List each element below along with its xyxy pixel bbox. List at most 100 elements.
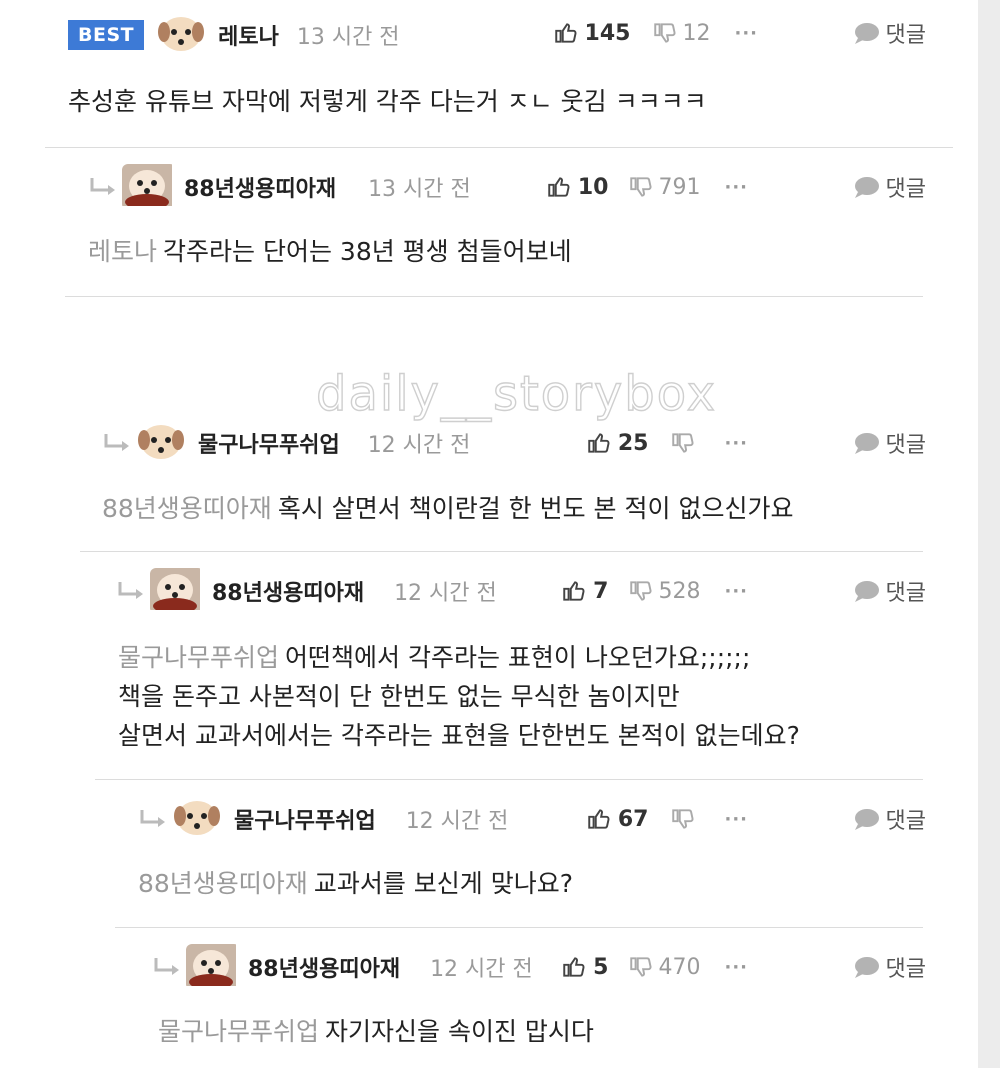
divider [80, 551, 923, 552]
mention[interactable]: 88년생용띠아재 [138, 869, 308, 898]
like-button[interactable]: 5 [561, 954, 608, 980]
comment-header: 88년생용띠아재 12 시간 전 [152, 942, 533, 992]
page-right-margin [978, 0, 1000, 1068]
speech-bubble-icon [854, 581, 879, 602]
reply-button[interactable]: 댓글 [852, 566, 926, 616]
comment-body: 물구나무푸쉬업 어떤책에서 각주라는 표현이 나오던가요;;;;;; 책을 돈주고… [118, 643, 800, 750]
dislike-button[interactable] [670, 430, 700, 456]
thumbs-up-icon [588, 433, 610, 453]
like-button[interactable]: 67 [586, 806, 649, 832]
comment-body: 88년생용띠아재 혹시 살면서 책이란걸 한 번도 본 적이 없으신가요 [102, 494, 794, 523]
like-button[interactable]: 10 [546, 174, 609, 200]
more-options-button[interactable]: ··· [724, 581, 748, 602]
timestamp: 12 시간 전 [367, 433, 471, 458]
thumbs-up-icon [548, 177, 570, 197]
mention[interactable]: 88년생용띠아재 [102, 494, 272, 523]
comment-header: 물구나무푸쉬업 12 시간 전 [102, 418, 470, 468]
comment-actions: 10 791 ··· [546, 162, 770, 212]
reply-arrow-icon [104, 434, 129, 451]
dislike-button[interactable]: 528 [628, 578, 700, 604]
reply-button[interactable]: 댓글 [852, 8, 926, 58]
more-options-button[interactable]: ··· [724, 957, 748, 978]
like-count: 5 [593, 954, 609, 980]
comment-actions: 145 12 ··· [553, 8, 780, 58]
like-count: 67 [617, 806, 649, 832]
like-count: 145 [584, 20, 631, 46]
comment-body: 추성훈 유튜브 자막에 저렇게 각주 다는거 ㅈㄴ 웃김 ㅋㅋㅋㅋ [68, 87, 707, 116]
dislike-count: 12 [682, 20, 711, 46]
speech-bubble-icon [854, 433, 879, 454]
reply-button[interactable]: 댓글 [852, 418, 926, 468]
reply-label: 댓글 [885, 581, 926, 606]
reply-arrow-icon [118, 582, 143, 599]
more-options-button[interactable]: ··· [724, 433, 748, 454]
reply-button[interactable]: 댓글 [852, 794, 926, 844]
like-button[interactable]: 7 [561, 578, 608, 604]
dislike-button[interactable] [670, 806, 700, 832]
reply-label: 댓글 [885, 957, 926, 982]
comment-body: 레토나 각주라는 단어는 38년 평생 첨들어보네 [88, 237, 572, 266]
speech-bubble-icon [854, 177, 879, 198]
thumbs-down-icon [630, 177, 652, 197]
comment-actions: 67 ··· [586, 794, 770, 844]
reply-label: 댓글 [885, 433, 926, 458]
username[interactable]: 물구나무푸쉬업 [198, 427, 340, 459]
reply-arrow-icon [90, 178, 115, 195]
reply-button[interactable]: 댓글 [852, 942, 926, 992]
speech-bubble-icon [854, 23, 879, 44]
username[interactable]: 88년생용띠아재 [184, 171, 336, 203]
like-button[interactable]: 25 [586, 430, 649, 456]
thumbs-down-icon [672, 433, 694, 453]
avatar[interactable] [150, 568, 204, 614]
reply-button[interactable]: 댓글 [852, 162, 926, 212]
like-count: 10 [577, 174, 609, 200]
comment-header: 88년생용띠아재 12 시간 전 [116, 566, 497, 616]
thumbs-up-icon [563, 581, 585, 601]
dislike-button[interactable]: 12 [652, 20, 710, 46]
comment-body: 88년생용띠아재 교과서를 보신게 맞나요? [138, 869, 573, 898]
timestamp: 12 시간 전 [405, 809, 509, 834]
mention[interactable]: 레토나 [88, 237, 157, 266]
divider [65, 296, 923, 297]
thumbs-down-icon [654, 23, 676, 43]
divider [115, 927, 923, 928]
comment-actions: 7 528 ··· [561, 566, 770, 616]
username[interactable]: 물구나무푸쉬업 [234, 803, 376, 835]
avatar[interactable] [122, 164, 176, 210]
divider [45, 147, 953, 148]
like-button[interactable]: 145 [553, 20, 631, 46]
avatar[interactable] [186, 944, 240, 990]
divider [95, 779, 923, 780]
comment-header: 물구나무푸쉬업 12 시간 전 [138, 794, 508, 844]
thumbs-down-icon [630, 581, 652, 601]
dislike-button[interactable]: 470 [628, 954, 700, 980]
timestamp: 13 시간 전 [368, 177, 471, 202]
timestamp: 12 시간 전 [430, 957, 533, 982]
avatar[interactable] [136, 420, 190, 466]
dislike-count: 791 [658, 174, 701, 200]
thumbs-up-icon [554, 23, 577, 43]
more-options-button[interactable]: ··· [724, 177, 748, 198]
avatar[interactable] [172, 796, 226, 842]
reply-arrow-icon [140, 810, 165, 827]
speech-bubble-icon [854, 957, 879, 978]
dislike-button[interactable]: 791 [628, 174, 700, 200]
comment-header: BEST 레토나 13 시간 전 [68, 10, 400, 60]
thumbs-up-icon [563, 957, 585, 977]
username[interactable]: 88년생용띠아재 [212, 575, 364, 607]
timestamp: 12 시간 전 [394, 581, 497, 606]
like-count: 25 [617, 430, 649, 456]
reply-label: 댓글 [885, 809, 926, 834]
username[interactable]: 88년생용띠아재 [248, 951, 400, 983]
best-badge: BEST [68, 20, 145, 50]
avatar[interactable] [156, 12, 210, 58]
thumbs-up-icon [588, 809, 610, 829]
more-options-button[interactable]: ··· [734, 23, 758, 44]
mention[interactable]: 물구나무푸쉬업 [118, 643, 279, 672]
more-options-button[interactable]: ··· [724, 809, 748, 830]
username[interactable]: 레토나 [218, 19, 279, 51]
mention[interactable]: 물구나무푸쉬업 [158, 1017, 319, 1046]
reply-arrow-icon [154, 958, 179, 975]
timestamp: 13 시간 전 [296, 25, 400, 50]
dislike-count: 528 [658, 578, 701, 604]
